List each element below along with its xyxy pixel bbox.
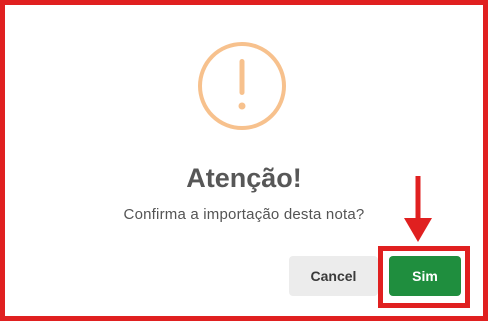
cancel-button[interactable]: Cancel [289,256,378,296]
confirm-button[interactable]: Sim [389,256,461,296]
exclamation-circle-icon [198,42,286,130]
down-arrow-icon [404,176,432,242]
